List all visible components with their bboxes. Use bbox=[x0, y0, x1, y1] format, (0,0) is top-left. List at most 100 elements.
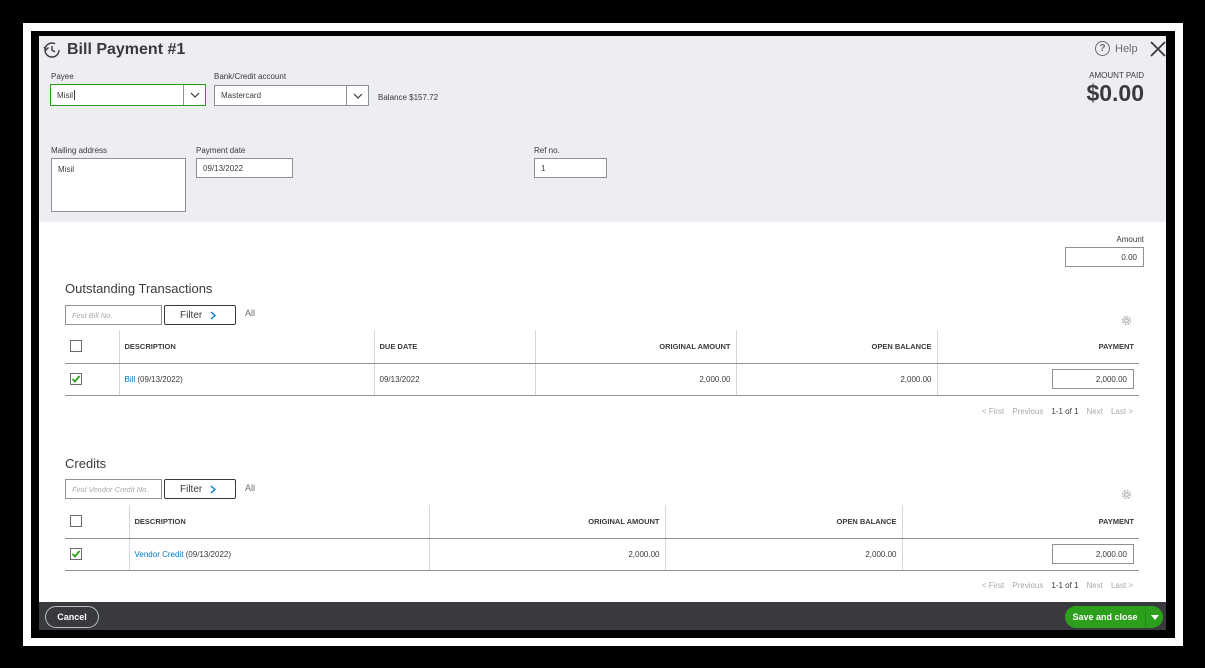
description-cell: Vendor Credit (09/13/2022) bbox=[128, 538, 429, 571]
pager-next[interactable]: Next bbox=[1087, 407, 1103, 416]
vendor-credit-date: (09/13/2022) bbox=[183, 549, 232, 559]
credits-filter-button[interactable]: Filter bbox=[164, 479, 236, 499]
original-amount-cell: 2,000.00 bbox=[534, 363, 736, 396]
cancel-button[interactable]: Cancel bbox=[45, 606, 99, 628]
select-all-checkbox[interactable] bbox=[70, 340, 82, 353]
chevron-right-icon bbox=[210, 485, 217, 493]
save-and-close-button[interactable]: Save and close bbox=[1065, 606, 1163, 628]
row-select-cell bbox=[65, 538, 129, 571]
payee-label: Payee bbox=[51, 72, 74, 81]
find-vendor-credit-input[interactable]: Find Vendor Credit No. bbox=[65, 479, 162, 499]
outstanding-all-label: All bbox=[245, 308, 256, 318]
select-all-cell bbox=[65, 505, 129, 539]
filter-label: Filter bbox=[180, 309, 203, 321]
open-balance-cell: 2,000.00 bbox=[735, 363, 937, 396]
close-icon[interactable] bbox=[1148, 39, 1166, 59]
amount-input[interactable]: 0.00 bbox=[1065, 247, 1144, 267]
column-header-description[interactable]: DESCRIPTION bbox=[118, 330, 374, 364]
outstanding-transactions-title: Outstanding Transactions bbox=[65, 281, 213, 296]
filter-label: Filter bbox=[180, 483, 203, 495]
outstanding-transactions-table: DESCRIPTION DUE DATE ORIGINAL AMOUNT OPE… bbox=[65, 330, 1139, 396]
chevron-down-icon[interactable] bbox=[183, 85, 205, 105]
vendor-credit-link[interactable]: Vendor Credit bbox=[135, 550, 184, 559]
help-icon: ? bbox=[1095, 41, 1110, 56]
payment-input[interactable]: 2,000.00 bbox=[1052, 369, 1134, 389]
help-button[interactable]: ? Help bbox=[1095, 41, 1138, 56]
footer-bar: Cancel Save and close bbox=[39, 602, 1166, 630]
payment-date-field[interactable]: 09/13/2022 bbox=[196, 158, 293, 178]
pager-next[interactable]: Next bbox=[1087, 581, 1103, 590]
row-checkbox[interactable] bbox=[70, 373, 82, 385]
bank-account-label: Bank/Credit account bbox=[214, 72, 287, 81]
amount-label: Amount bbox=[1116, 235, 1144, 244]
payment-cell: 2,000.00 bbox=[901, 538, 1139, 571]
ref-no-field[interactable]: 1 bbox=[534, 158, 607, 178]
payee-dropdown[interactable]: Misil bbox=[50, 84, 206, 106]
save-and-close-label: Save and close bbox=[1072, 612, 1138, 622]
original-amount-cell: 2,000.00 bbox=[428, 538, 665, 571]
payee-value: Misil bbox=[57, 90, 73, 100]
credits-title: Credits bbox=[65, 456, 107, 471]
description-cell: Bill (09/13/2022) bbox=[118, 363, 374, 396]
row-checkbox[interactable] bbox=[70, 548, 82, 560]
header-panel: Bill Payment #1 ? Help Payee Misil Bank/… bbox=[39, 36, 1166, 222]
column-header-payment[interactable]: PAYMENT bbox=[936, 330, 1139, 364]
table-row: Vendor Credit (09/13/2022) 2,000.00 2,00… bbox=[65, 538, 1139, 571]
payment-input[interactable]: 2,000.00 bbox=[1052, 544, 1134, 564]
payment-date-label: Payment date bbox=[196, 146, 246, 155]
gear-icon[interactable] bbox=[1120, 314, 1133, 327]
chevron-right-icon bbox=[210, 311, 217, 319]
save-options-dropdown[interactable] bbox=[1145, 606, 1163, 628]
column-header-payment[interactable]: PAYMENT bbox=[901, 505, 1139, 539]
pager-previous[interactable]: Previous bbox=[1012, 581, 1043, 590]
mailing-address-field[interactable]: Misil bbox=[51, 158, 186, 212]
table-header-row: DESCRIPTION DUE DATE ORIGINAL AMOUNT OPE… bbox=[65, 330, 1139, 364]
table-row: Bill (09/13/2022) 09/13/2022 2,000.00 2,… bbox=[65, 363, 1139, 396]
account-balance: Balance $157.72 bbox=[378, 93, 439, 102]
pager-range: 1-1 of 1 bbox=[1051, 581, 1079, 590]
outstanding-filter-button[interactable]: Filter bbox=[164, 305, 236, 325]
pager-first[interactable]: < First bbox=[982, 407, 1004, 416]
bank-account-value: Mastercard bbox=[221, 91, 262, 100]
help-label: Help bbox=[1115, 42, 1138, 55]
pager-previous[interactable]: Previous bbox=[1012, 407, 1043, 416]
bill-payment-modal: Bill Payment #1 ? Help Payee Misil Bank/… bbox=[39, 36, 1166, 630]
chevron-down-icon[interactable] bbox=[346, 86, 368, 105]
recent-history-icon[interactable] bbox=[43, 41, 61, 59]
open-balance-cell: 2,000.00 bbox=[664, 538, 902, 571]
outstanding-pagination: < First Previous 1-1 of 1 Next Last > bbox=[982, 407, 1133, 416]
bill-date: (09/13/2022) bbox=[135, 374, 183, 384]
bill-link[interactable]: Bill bbox=[125, 375, 136, 384]
column-header-open-balance[interactable]: OPEN BALANCE bbox=[735, 330, 937, 364]
text-cursor bbox=[74, 90, 75, 100]
table-header-row: DESCRIPTION ORIGINAL AMOUNT OPEN BALANCE… bbox=[65, 505, 1139, 539]
row-select-cell bbox=[65, 363, 119, 396]
caret-down-icon bbox=[1150, 614, 1159, 620]
amount-paid-label: AMOUNT PAID bbox=[1089, 71, 1144, 80]
credits-table: DESCRIPTION ORIGINAL AMOUNT OPEN BALANCE… bbox=[65, 505, 1139, 571]
gear-icon[interactable] bbox=[1120, 488, 1133, 501]
payment-cell: 2,000.00 bbox=[936, 363, 1139, 396]
checkmark-icon bbox=[71, 375, 81, 383]
bank-account-dropdown[interactable]: Mastercard bbox=[214, 85, 369, 106]
select-all-checkbox[interactable] bbox=[70, 515, 82, 528]
checkmark-icon bbox=[71, 550, 81, 558]
pager-last[interactable]: Last > bbox=[1111, 581, 1133, 590]
amount-paid-value: $0.00 bbox=[1086, 80, 1144, 106]
credits-all-label: All bbox=[245, 483, 256, 493]
ref-no-label: Ref no. bbox=[534, 146, 560, 155]
column-header-description[interactable]: DESCRIPTION bbox=[128, 505, 429, 539]
column-header-due-date[interactable]: DUE DATE bbox=[373, 330, 535, 364]
pager-range: 1-1 of 1 bbox=[1051, 407, 1079, 416]
credits-pagination: < First Previous 1-1 of 1 Next Last > bbox=[982, 581, 1133, 590]
find-bill-input[interactable]: Find Bill No. bbox=[65, 305, 162, 325]
column-header-original-amount[interactable]: ORIGINAL AMOUNT bbox=[534, 330, 736, 364]
pager-last[interactable]: Last > bbox=[1111, 407, 1133, 416]
column-header-original-amount[interactable]: ORIGINAL AMOUNT bbox=[428, 505, 665, 539]
mailing-address-label: Mailing address bbox=[51, 146, 108, 155]
column-header-open-balance[interactable]: OPEN BALANCE bbox=[664, 505, 902, 539]
page-title: Bill Payment #1 bbox=[67, 41, 186, 58]
select-all-cell bbox=[65, 330, 119, 364]
due-date-cell: 09/13/2022 bbox=[373, 363, 535, 396]
pager-first[interactable]: < First bbox=[982, 581, 1004, 590]
